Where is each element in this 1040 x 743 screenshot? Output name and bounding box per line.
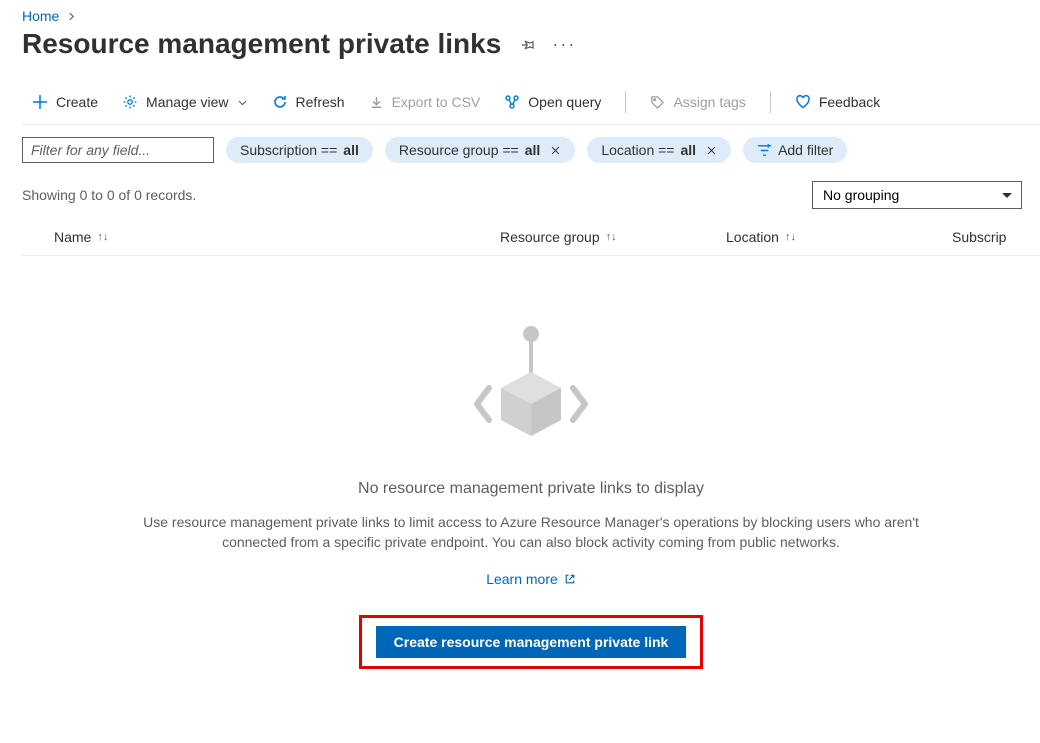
empty-illustration-icon	[471, 322, 591, 452]
grouping-select[interactable]: No grouping	[812, 181, 1022, 209]
sort-icon: ↑↓	[606, 231, 617, 243]
column-label: Resource group	[500, 229, 600, 245]
heart-icon	[795, 94, 811, 110]
toolbar: Create Manage view Refresh Export to CSV	[22, 90, 1040, 125]
filter-row: Subscription == all Resource group == al…	[22, 137, 1040, 163]
filter-pill-value: all	[525, 142, 541, 158]
manage-view-label: Manage view	[146, 94, 229, 110]
column-label: Name	[54, 229, 91, 245]
breadcrumb: Home	[22, 8, 1040, 24]
column-header-subscription[interactable]: Subscrip	[952, 229, 1006, 245]
create-label: Create	[56, 94, 98, 110]
filter-input[interactable]	[22, 137, 214, 163]
record-count-text: Showing 0 to 0 of 0 records.	[22, 187, 196, 203]
pin-icon[interactable]	[519, 36, 536, 53]
filter-pill-subscription[interactable]: Subscription == all	[226, 137, 373, 163]
export-csv-button: Export to CSV	[359, 90, 491, 114]
filter-pill-resource-group[interactable]: Resource group == all	[385, 137, 575, 163]
refresh-label: Refresh	[296, 94, 345, 110]
export-csv-label: Export to CSV	[392, 94, 481, 110]
breadcrumb-home[interactable]: Home	[22, 8, 59, 24]
cta-highlight: Create resource management private link	[359, 615, 704, 669]
sort-icon: ↑↓	[785, 231, 796, 243]
gear-icon	[122, 94, 138, 110]
close-icon[interactable]	[550, 145, 561, 156]
empty-state: No resource management private links to …	[22, 322, 1040, 669]
create-button[interactable]: Create	[22, 90, 108, 114]
column-header-name[interactable]: Name ↑↓	[54, 229, 500, 245]
query-icon	[504, 94, 520, 110]
empty-body: Use resource management private links to…	[121, 512, 941, 553]
filter-pill-value: all	[343, 142, 359, 158]
filter-pill-label: Resource group ==	[399, 142, 519, 158]
toolbar-separator	[625, 91, 626, 113]
close-icon[interactable]	[706, 145, 717, 156]
sort-icon: ↑↓	[97, 231, 108, 243]
more-icon[interactable]: ···	[552, 34, 576, 55]
plus-icon	[32, 94, 48, 110]
filter-pill-label: Location ==	[601, 142, 674, 158]
tag-icon	[650, 95, 665, 110]
column-header-location[interactable]: Location ↑↓	[726, 229, 952, 245]
add-filter-label: Add filter	[778, 142, 833, 158]
external-link-icon	[564, 573, 576, 585]
assign-tags-button: Assign tags	[640, 90, 755, 114]
feedback-label: Feedback	[819, 94, 880, 110]
filter-pill-label: Subscription ==	[240, 142, 337, 158]
learn-more-link[interactable]: Learn more	[486, 571, 576, 587]
toolbar-separator	[770, 91, 771, 113]
open-query-label: Open query	[528, 94, 601, 110]
chevron-down-icon	[237, 97, 248, 108]
refresh-button[interactable]: Refresh	[262, 90, 355, 114]
column-header-resource-group[interactable]: Resource group ↑↓	[500, 229, 726, 245]
filter-pill-value: all	[680, 142, 696, 158]
open-query-button[interactable]: Open query	[494, 90, 611, 114]
column-label: Location	[726, 229, 779, 245]
refresh-icon	[272, 94, 288, 110]
download-icon	[369, 95, 384, 110]
table-header: Name ↑↓ Resource group ↑↓ Location ↑↓ Su…	[22, 215, 1040, 256]
page-title: Resource management private links	[22, 28, 501, 60]
filter-pill-location[interactable]: Location == all	[587, 137, 731, 163]
manage-view-button[interactable]: Manage view	[112, 90, 258, 114]
filter-icon	[757, 143, 772, 158]
learn-more-label: Learn more	[486, 571, 558, 587]
empty-heading: No resource management private links to …	[358, 480, 704, 498]
chevron-right-icon	[67, 12, 76, 21]
column-label: Subscrip	[952, 229, 1006, 245]
create-private-link-button[interactable]: Create resource management private link	[376, 626, 687, 658]
add-filter-button[interactable]: Add filter	[743, 137, 847, 163]
assign-tags-label: Assign tags	[673, 94, 745, 110]
feedback-button[interactable]: Feedback	[785, 90, 890, 114]
